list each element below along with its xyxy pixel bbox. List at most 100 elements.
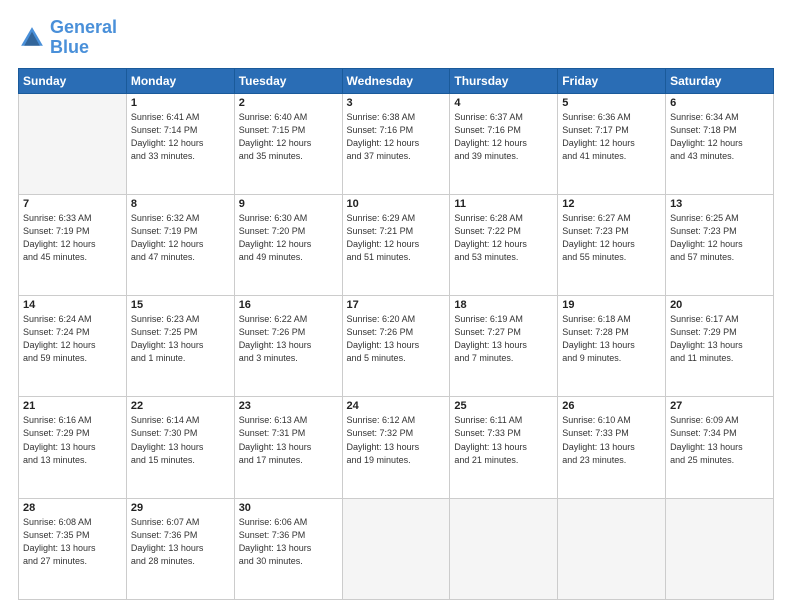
calendar-day: 26 Sunrise: 6:10 AMSunset: 7:33 PMDayligh… [558, 397, 666, 498]
calendar-day: 20Sunrise: 6:17 AMSunset: 7:29 PMDayligh… [666, 296, 774, 397]
calendar-day: 18 Sunrise: 6:19 AMSunset: 7:27 PMDayligh… [450, 296, 558, 397]
calendar-day: 22 Sunrise: 6:14 AMSunset: 7:30 PMDayligh… [126, 397, 234, 498]
calendar-day: 12 Sunrise: 6:27 AMSunset: 7:23 PMDayligh… [558, 194, 666, 295]
day-number: 6 [670, 97, 769, 109]
day-number: 22 [131, 400, 230, 412]
calendar-day: 23Sunrise: 6:13 AMSunset: 7:31 PMDayligh… [234, 397, 342, 498]
day-number: 18 [454, 299, 553, 311]
day-number: 25 [454, 400, 553, 412]
day-info: Sunrise: 6:25 AMSunset: 7:23 PMDaylight:… [670, 212, 769, 264]
day-info: Sunrise: 6:08 AMSunset: 7:35 PMDaylight:… [23, 516, 122, 568]
calendar-day: 17 Sunrise: 6:20 AMSunset: 7:26 PMDayligh… [342, 296, 450, 397]
day-info: Sunrise: 6:14 AMSunset: 7:30 PMDaylight:… [131, 414, 230, 466]
weekday-header-row: SundayMondayTuesdayWednesdayThursdayFrid… [19, 68, 774, 93]
calendar-day: 10 Sunrise: 6:29 AMSunset: 7:21 PMDayligh… [342, 194, 450, 295]
calendar-day: 6 Sunrise: 6:34 AMSunset: 7:18 PMDaylight… [666, 93, 774, 194]
logo-text: General Blue [50, 18, 117, 58]
calendar-day: 16 Sunrise: 6:22 AMSunset: 7:26 PMDayligh… [234, 296, 342, 397]
day-info: Sunrise: 6:12 AMSunset: 7:32 PMDaylight:… [347, 414, 446, 466]
day-number: 10 [347, 198, 446, 210]
calendar-week-3: 14Sunrise: 6:24 AMSunset: 7:24 PMDayligh… [19, 296, 774, 397]
day-info: Sunrise: 6:22 AMSunset: 7:26 PMDaylight:… [239, 313, 338, 365]
calendar-day: 25 Sunrise: 6:11 AMSunset: 7:33 PMDayligh… [450, 397, 558, 498]
day-number: 3 [347, 97, 446, 109]
day-info: Sunrise: 6:23 AMSunset: 7:25 PMDaylight:… [131, 313, 230, 365]
day-number: 2 [239, 97, 338, 109]
calendar-day [450, 498, 558, 599]
day-number: 7 [23, 198, 122, 210]
day-info: Sunrise: 6:28 AMSunset: 7:22 PMDaylight:… [454, 212, 553, 264]
page: General Blue SundayMondayTuesdayWednesda… [0, 0, 792, 612]
calendar-day [558, 498, 666, 599]
day-number: 5 [562, 97, 661, 109]
calendar-day: 14Sunrise: 6:24 AMSunset: 7:24 PMDayligh… [19, 296, 127, 397]
day-info: Sunrise: 6:16 AMSunset: 7:29 PMDaylight:… [23, 414, 122, 466]
weekday-header-thursday: Thursday [450, 68, 558, 93]
weekday-header-saturday: Saturday [666, 68, 774, 93]
day-info: Sunrise: 6:24 AMSunset: 7:24 PMDaylight:… [23, 313, 122, 365]
day-number: 29 [131, 502, 230, 514]
logo-icon [18, 24, 46, 52]
calendar-day: 2 Sunrise: 6:40 AMSunset: 7:15 PMDaylight… [234, 93, 342, 194]
day-info: Sunrise: 6:10 AMSunset: 7:33 PMDaylight:… [562, 414, 661, 466]
weekday-header-friday: Friday [558, 68, 666, 93]
day-number: 19 [562, 299, 661, 311]
day-number: 11 [454, 198, 553, 210]
calendar-day: 1 Sunrise: 6:41 AMSunset: 7:14 PMDaylight… [126, 93, 234, 194]
day-info: Sunrise: 6:34 AMSunset: 7:18 PMDaylight:… [670, 111, 769, 163]
calendar-day: 7Sunrise: 6:33 AMSunset: 7:19 PMDaylight… [19, 194, 127, 295]
calendar-day: 28 Sunrise: 6:08 AMSunset: 7:35 PMDayligh… [19, 498, 127, 599]
day-number: 26 [562, 400, 661, 412]
day-number: 30 [239, 502, 338, 514]
day-number: 20 [670, 299, 769, 311]
calendar-day: 19 Sunrise: 6:18 AMSunset: 7:28 PMDayligh… [558, 296, 666, 397]
day-info: Sunrise: 6:38 AMSunset: 7:16 PMDaylight:… [347, 111, 446, 163]
day-number: 1 [131, 97, 230, 109]
day-info: Sunrise: 6:32 AMSunset: 7:19 PMDaylight:… [131, 212, 230, 264]
day-info: Sunrise: 6:29 AMSunset: 7:21 PMDaylight:… [347, 212, 446, 264]
day-number: 27 [670, 400, 769, 412]
calendar-day: 3 Sunrise: 6:38 AMSunset: 7:16 PMDaylight… [342, 93, 450, 194]
calendar-table: SundayMondayTuesdayWednesdayThursdayFrid… [18, 68, 774, 600]
weekday-header-wednesday: Wednesday [342, 68, 450, 93]
day-info: Sunrise: 6:09 AMSunset: 7:34 PMDaylight:… [670, 414, 769, 466]
calendar-day: 13 Sunrise: 6:25 AMSunset: 7:23 PMDayligh… [666, 194, 774, 295]
day-info: Sunrise: 6:07 AMSunset: 7:36 PMDaylight:… [131, 516, 230, 568]
weekday-header-monday: Monday [126, 68, 234, 93]
day-info: Sunrise: 6:37 AMSunset: 7:16 PMDaylight:… [454, 111, 553, 163]
day-info: Sunrise: 6:41 AMSunset: 7:14 PMDaylight:… [131, 111, 230, 163]
day-number: 12 [562, 198, 661, 210]
calendar-day [342, 498, 450, 599]
calendar-week-5: 28 Sunrise: 6:08 AMSunset: 7:35 PMDayligh… [19, 498, 774, 599]
day-info: Sunrise: 6:36 AMSunset: 7:17 PMDaylight:… [562, 111, 661, 163]
calendar-day: 11 Sunrise: 6:28 AMSunset: 7:22 PMDayligh… [450, 194, 558, 295]
day-info: Sunrise: 6:11 AMSunset: 7:33 PMDaylight:… [454, 414, 553, 466]
day-number: 9 [239, 198, 338, 210]
day-info: Sunrise: 6:40 AMSunset: 7:15 PMDaylight:… [239, 111, 338, 163]
calendar-week-2: 7Sunrise: 6:33 AMSunset: 7:19 PMDaylight… [19, 194, 774, 295]
day-number: 28 [23, 502, 122, 514]
day-number: 13 [670, 198, 769, 210]
calendar-day [666, 498, 774, 599]
weekday-header-tuesday: Tuesday [234, 68, 342, 93]
day-number: 21 [23, 400, 122, 412]
calendar-day [19, 93, 127, 194]
day-number: 15 [131, 299, 230, 311]
calendar-week-4: 21 Sunrise: 6:16 AMSunset: 7:29 PMDayligh… [19, 397, 774, 498]
calendar-day: 9 Sunrise: 6:30 AMSunset: 7:20 PMDaylight… [234, 194, 342, 295]
day-number: 8 [131, 198, 230, 210]
day-number: 23 [239, 400, 338, 412]
header: General Blue [18, 18, 774, 58]
calendar-day: 4Sunrise: 6:37 AMSunset: 7:16 PMDaylight… [450, 93, 558, 194]
day-info: Sunrise: 6:19 AMSunset: 7:27 PMDaylight:… [454, 313, 553, 365]
calendar-day: 21 Sunrise: 6:16 AMSunset: 7:29 PMDayligh… [19, 397, 127, 498]
day-info: Sunrise: 6:27 AMSunset: 7:23 PMDaylight:… [562, 212, 661, 264]
day-number: 17 [347, 299, 446, 311]
day-info: Sunrise: 6:30 AMSunset: 7:20 PMDaylight:… [239, 212, 338, 264]
day-number: 16 [239, 299, 338, 311]
day-info: Sunrise: 6:18 AMSunset: 7:28 PMDaylight:… [562, 313, 661, 365]
calendar-day: 30Sunrise: 6:06 AMSunset: 7:36 PMDayligh… [234, 498, 342, 599]
calendar-week-1: 1 Sunrise: 6:41 AMSunset: 7:14 PMDaylight… [19, 93, 774, 194]
logo: General Blue [18, 18, 117, 58]
day-info: Sunrise: 6:20 AMSunset: 7:26 PMDaylight:… [347, 313, 446, 365]
